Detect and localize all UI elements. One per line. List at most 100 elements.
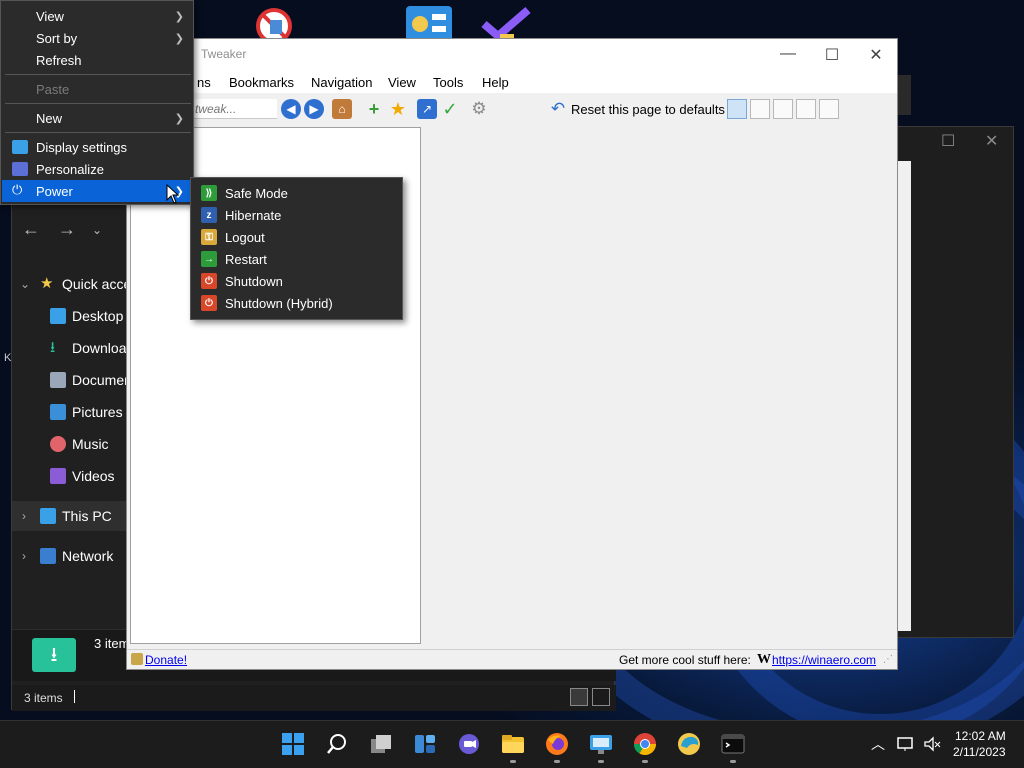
desktop-shortcut-icon[interactable] xyxy=(248,4,300,44)
large-icons-view-icon[interactable] xyxy=(592,688,610,706)
file-explorer-icon[interactable] xyxy=(501,732,525,756)
text-cursor xyxy=(74,690,75,703)
menu-item-safe-mode[interactable]: ⟫ Safe Mode xyxy=(192,182,402,204)
menu-item-logout[interactable]: ⚿ Logout xyxy=(192,226,402,248)
view-mode-4-icon[interactable] xyxy=(796,99,816,119)
running-indicator xyxy=(730,760,736,763)
chevron-down-icon[interactable]: ⌄ xyxy=(20,277,30,291)
edge-canary-icon[interactable] xyxy=(677,732,701,756)
sidebar-item-label: Videos xyxy=(72,468,115,484)
sidebar-item-videos[interactable]: Videos xyxy=(50,463,115,489)
sidebar-item-network[interactable]: Network xyxy=(40,543,113,569)
menu-navigation[interactable]: Navigation xyxy=(311,75,372,90)
menu-item-label: Display settings xyxy=(36,139,128,155)
sidebar-item-desktop[interactable]: Desktop xyxy=(50,303,123,329)
desktop-shortcut-icon[interactable] xyxy=(404,4,456,42)
search-icon[interactable] xyxy=(325,732,349,756)
menu-separator xyxy=(5,132,191,133)
background-window[interactable]: ☐ ✕ xyxy=(896,126,1014,638)
menu-help[interactable]: Help xyxy=(482,75,509,90)
menu-item-view[interactable]: View ❯ xyxy=(2,5,192,27)
task-view-icon[interactable] xyxy=(369,732,393,756)
apply-check-icon[interactable]: ✓ xyxy=(440,99,460,119)
back-arrow-icon[interactable]: ← xyxy=(22,219,40,240)
minimize-icon[interactable]: — xyxy=(773,45,803,63)
menu-item-personalize[interactable]: Personalize xyxy=(2,158,192,180)
donate-link[interactable]: Donate! xyxy=(145,653,187,667)
menu-item-label: Logout xyxy=(225,229,265,245)
content-pane xyxy=(423,127,897,647)
reset-page-button[interactable]: Reset this page to defaults xyxy=(571,102,725,117)
sidebar-item-documents[interactable]: Documen xyxy=(50,367,132,393)
home-icon[interactable]: ⌂ xyxy=(332,99,352,119)
chevron-right-icon: ❯ xyxy=(174,10,184,23)
power-off-icon: ⏻ xyxy=(201,273,217,289)
chevron-right-icon[interactable]: › xyxy=(22,509,26,523)
title-bar[interactable]: Tweaker — ☐ ✕ xyxy=(127,39,897,71)
menu-item-label: Sort by xyxy=(36,30,78,46)
chevron-up-icon[interactable]: ︿ xyxy=(871,734,885,754)
close-icon[interactable]: ✕ xyxy=(985,131,998,151)
menu-item-new[interactable]: New ❯ xyxy=(2,107,192,129)
widgets-icon[interactable] xyxy=(413,732,437,756)
running-indicator xyxy=(554,760,560,763)
menu-item-sort-by[interactable]: Sort by ❯ xyxy=(2,27,192,49)
reset-icon[interactable]: ↶ xyxy=(548,99,568,119)
resize-grip-icon[interactable]: ⋰ xyxy=(883,654,893,665)
menu-settings[interactable]: ns xyxy=(197,75,211,90)
sidebar-item-label: This PC xyxy=(62,508,112,524)
details-view-icon[interactable] xyxy=(570,688,588,706)
sidebar-item-pictures[interactable]: Pictures xyxy=(50,399,123,425)
menu-item-hibernate[interactable]: z Hibernate xyxy=(192,204,402,226)
sidebar-item-quick-access[interactable]: ★ Quick acce xyxy=(40,271,131,297)
winaero-tweaker-window[interactable]: Tweaker — ☐ ✕ ns Bookmarks Navigation Vi… xyxy=(126,38,898,670)
chrome-icon[interactable] xyxy=(633,732,657,756)
shortcut-icon[interactable]: ↗ xyxy=(417,99,437,119)
view-mode-2-icon[interactable] xyxy=(750,99,770,119)
back-icon[interactable]: ◀ xyxy=(281,99,301,119)
menu-item-restart[interactable]: → Restart xyxy=(192,248,402,270)
menu-item-shutdown-hybrid[interactable]: ⏻ Shutdown (Hybrid) xyxy=(192,292,402,314)
start-icon[interactable] xyxy=(281,732,305,756)
sidebar-item-music[interactable]: Music xyxy=(50,431,109,457)
menu-bookmarks[interactable]: Bookmarks xyxy=(229,75,294,90)
menu-item-display-settings[interactable]: Display settings xyxy=(2,136,192,158)
chat-icon[interactable] xyxy=(457,732,481,756)
menu-view[interactable]: View xyxy=(388,75,416,90)
menu-item-label: New xyxy=(36,110,63,126)
terminal-icon[interactable] xyxy=(721,732,745,756)
menu-item-refresh[interactable]: Refresh xyxy=(2,49,192,71)
close-icon[interactable]: ✕ xyxy=(861,45,891,65)
view-mode-5-icon[interactable] xyxy=(819,99,839,119)
menu-item-power[interactable]: ⏻ Power ❯ xyxy=(2,180,192,202)
menu-tools[interactable]: Tools xyxy=(433,75,463,90)
clock-date[interactable]: 2/11/2023 xyxy=(953,745,1006,759)
volume-muted-icon[interactable] xyxy=(923,736,941,755)
desktop-folder-icon xyxy=(50,308,66,324)
maximize-icon[interactable]: ☐ xyxy=(817,45,847,65)
status-text: 3 items xyxy=(24,691,63,705)
remote-desktop-icon[interactable] xyxy=(589,732,613,756)
chevron-down-icon[interactable]: ⌄ xyxy=(92,223,102,237)
forward-icon[interactable]: ▶ xyxy=(304,99,324,119)
videos-icon xyxy=(50,468,66,484)
view-mode-3-icon[interactable] xyxy=(773,99,793,119)
maximize-icon[interactable]: ☐ xyxy=(941,131,955,151)
sidebar-item-label: Download xyxy=(72,340,135,356)
winaero-link[interactable]: https://winaero.com xyxy=(772,653,876,667)
view-mode-1-icon[interactable] xyxy=(727,99,747,119)
network-status-icon[interactable] xyxy=(897,736,915,755)
chevron-right-icon[interactable]: › xyxy=(22,549,26,563)
bookmarks-star-icon[interactable]: ★ xyxy=(388,99,408,119)
menu-item-shutdown[interactable]: ⏻ Shutdown xyxy=(192,270,402,292)
search-input[interactable] xyxy=(187,99,277,119)
add-bookmark-icon[interactable]: + xyxy=(364,99,384,119)
menu-item-label: Shutdown (Hybrid) xyxy=(225,295,333,311)
sidebar-item-downloads[interactable]: ⭳ Download xyxy=(50,335,134,361)
sidebar-item-this-pc[interactable]: This PC xyxy=(40,503,112,529)
forward-arrow-icon[interactable]: → xyxy=(58,219,76,240)
settings-gear-icon[interactable]: ⚙ xyxy=(469,99,489,119)
clock-time[interactable]: 12:02 AM xyxy=(955,729,1006,743)
firefox-icon[interactable] xyxy=(545,732,569,756)
donate-icon xyxy=(131,653,143,665)
